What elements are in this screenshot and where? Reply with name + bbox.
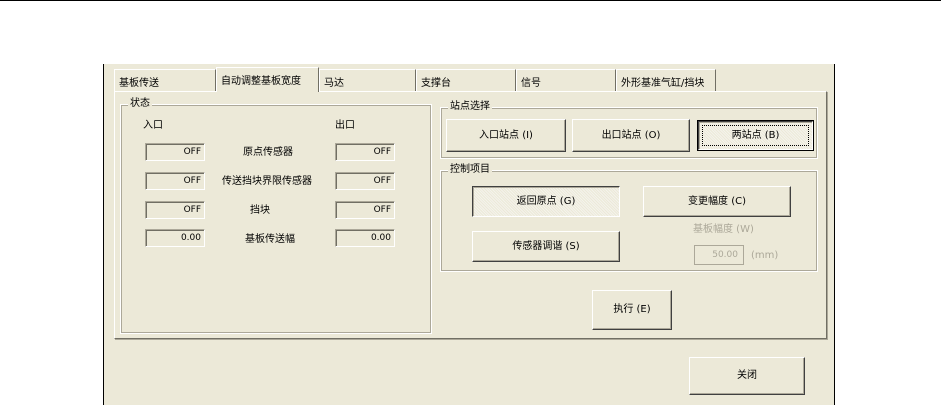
tab-motor[interactable]: 马达 [319, 69, 416, 91]
entry-station-button[interactable]: 入口站点 (I) [446, 119, 566, 152]
origin-sensor-label: 原点传感器 [243, 147, 293, 158]
dialog-window: 基板传送 自动调整基板宽度 马达 支撑台 信号 外形基准气缸/挡块 状态 入口 … [103, 64, 835, 405]
return-origin-button[interactable]: 返回原点 (G) [472, 186, 620, 217]
tab-board-transfer[interactable]: 基板传送 [114, 69, 216, 91]
board-width-input[interactable]: 50.00 [694, 245, 744, 265]
status-group-title: 状态 [128, 98, 152, 110]
exit-origin-sensor-value: OFF [335, 143, 395, 161]
station-select-group: 站点选择 入口站点 (I) 出口站点 (O) 两站点 (B) [440, 101, 818, 159]
top-border-line [0, 0, 941, 1]
width-unit-label: (mm) [751, 250, 779, 261]
tab-panel: 状态 入口 出口 OFF 原点传感器 OFF OFF 传送挡块界限传感器 OFF… [114, 91, 827, 339]
board-width-input-label: 基板幅度 (W) [693, 224, 754, 235]
stopper-label: 挡块 [250, 205, 270, 216]
tab-signal[interactable]: 信号 [516, 69, 616, 91]
station-select-title: 站点选择 [448, 101, 492, 113]
tab-auto-width[interactable]: 自动调整基板宽度 [216, 67, 319, 92]
both-stations-button[interactable]: 两站点 (B) [697, 120, 814, 151]
exit-board-width-value: 0.00 [335, 229, 395, 247]
exit-stopper-limit-value: OFF [335, 172, 395, 190]
entry-board-width-value: 0.00 [145, 229, 205, 247]
exit-stopper-value: OFF [335, 201, 395, 219]
sensor-tuning-button[interactable]: 传感器调谐 (S) [472, 231, 620, 262]
entry-stopper-value: OFF [145, 201, 205, 219]
control-items-group: 控制项目 返回原点 (G) 变更幅度 (C) 传感器调谐 (S) 基板幅度 (W… [440, 164, 818, 272]
entry-origin-sensor-value: OFF [145, 143, 205, 161]
exit-label: 出口 [335, 120, 355, 131]
tab-cylinder-stopper[interactable]: 外形基准气缸/挡块 [616, 69, 716, 91]
stopper-limit-sensor-label: 传送挡块界限传感器 [222, 176, 312, 187]
exit-station-button[interactable]: 出口站点 (O) [572, 119, 690, 152]
control-items-title: 控制项目 [448, 164, 492, 176]
tab-support-table[interactable]: 支撑台 [416, 69, 516, 91]
change-width-button[interactable]: 变更幅度 (C) [643, 186, 791, 217]
board-width-label: 基板传送幅 [245, 234, 295, 245]
close-button[interactable]: 关闭 [689, 357, 805, 395]
execute-button[interactable]: 执行 (E) [592, 290, 672, 330]
entry-label: 入口 [143, 120, 163, 131]
entry-stopper-limit-value: OFF [145, 172, 205, 190]
status-group: 状态 入口 出口 OFF 原点传感器 OFF OFF 传送挡块界限传感器 OFF… [120, 98, 432, 334]
